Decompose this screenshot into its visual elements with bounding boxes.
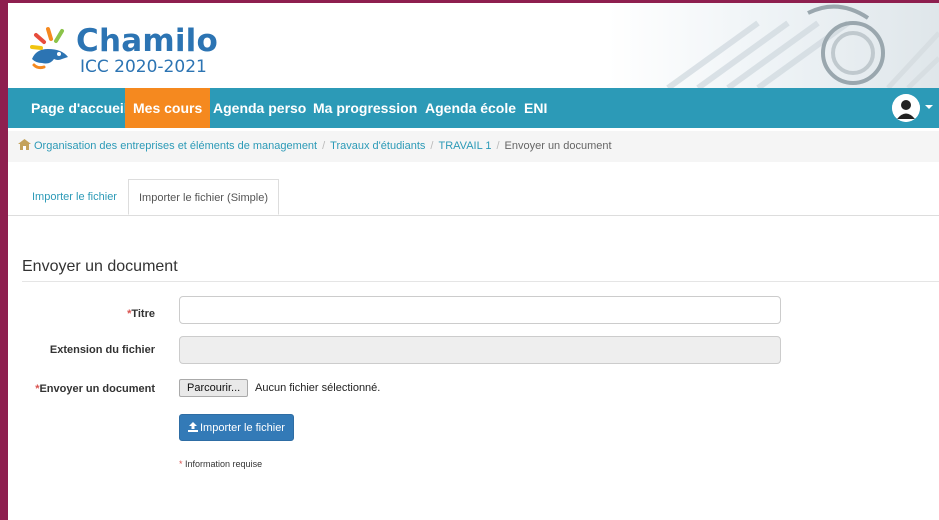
nav-school-agenda[interactable]: Agenda école xyxy=(417,88,524,128)
import-file-button[interactable]: Importer le fichier xyxy=(179,414,294,441)
upload-document-label: *Envoyer un document xyxy=(35,383,155,395)
site-header: Chamilo ICC 2020-2021 xyxy=(8,3,939,88)
breadcrumb-student-works[interactable]: Travaux d'étudiants xyxy=(330,140,425,152)
header-banner-image xyxy=(608,3,939,88)
nav-my-progress[interactable]: Ma progression xyxy=(305,88,425,128)
breadcrumb: Organisation des entreprises et éléments… xyxy=(8,131,939,162)
chamilo-logo[interactable]: Chamilo ICC 2020-2021 xyxy=(28,17,248,79)
breadcrumb-course[interactable]: Organisation des entreprises et éléments… xyxy=(34,140,317,152)
page: Chamilo ICC 2020-2021 Page d'accueil Mes… xyxy=(8,3,939,520)
upload-tabs: Importer le fichier Importer le fichier … xyxy=(8,179,939,216)
form-title-divider xyxy=(22,281,939,282)
nav-home[interactable]: Page d'accueil xyxy=(23,88,136,128)
upload-icon xyxy=(188,422,198,432)
brand-name: Chamilo xyxy=(76,23,218,59)
tab-import-file[interactable]: Importer le fichier xyxy=(22,179,127,215)
breadcrumb-separator: / xyxy=(322,140,326,152)
brand-subtitle: ICC 2020-2021 xyxy=(80,57,207,77)
required-asterisk: * xyxy=(179,459,183,469)
file-extension-input xyxy=(179,336,781,364)
breadcrumb-current: Envoyer un document xyxy=(504,140,612,152)
title-label: *Titre xyxy=(127,308,155,320)
no-file-selected-text: Aucun fichier sélectionné. xyxy=(255,382,381,394)
chameleon-logo-icon xyxy=(30,27,68,70)
main-navbar: Page d'accueil Mes cours Agenda perso Ma… xyxy=(8,88,939,128)
user-avatar-icon[interactable] xyxy=(892,94,920,122)
nav-personal-agenda[interactable]: Agenda perso xyxy=(205,88,314,128)
form-title: Envoyer un document xyxy=(22,258,178,275)
title-input[interactable] xyxy=(179,296,781,324)
breadcrumb-separator: / xyxy=(430,140,434,152)
required-info-note: * Information requise xyxy=(179,459,263,469)
user-menu-chevron-down-icon[interactable] xyxy=(925,105,933,109)
breadcrumb-separator: / xyxy=(496,140,500,152)
import-file-button-label: Importer le fichier xyxy=(200,422,285,434)
window-frame-left xyxy=(0,0,8,520)
nav-eni[interactable]: ENI xyxy=(516,88,555,128)
nav-my-courses[interactable]: Mes cours xyxy=(125,88,211,128)
browse-file-button[interactable]: Parcourir... xyxy=(179,379,249,397)
tab-import-file-simple[interactable]: Importer le fichier (Simple) xyxy=(128,179,279,215)
breadcrumb-assignment[interactable]: TRAVAIL 1 xyxy=(438,140,491,152)
file-extension-label: Extension du fichier xyxy=(49,344,155,356)
home-icon[interactable] xyxy=(18,139,31,150)
